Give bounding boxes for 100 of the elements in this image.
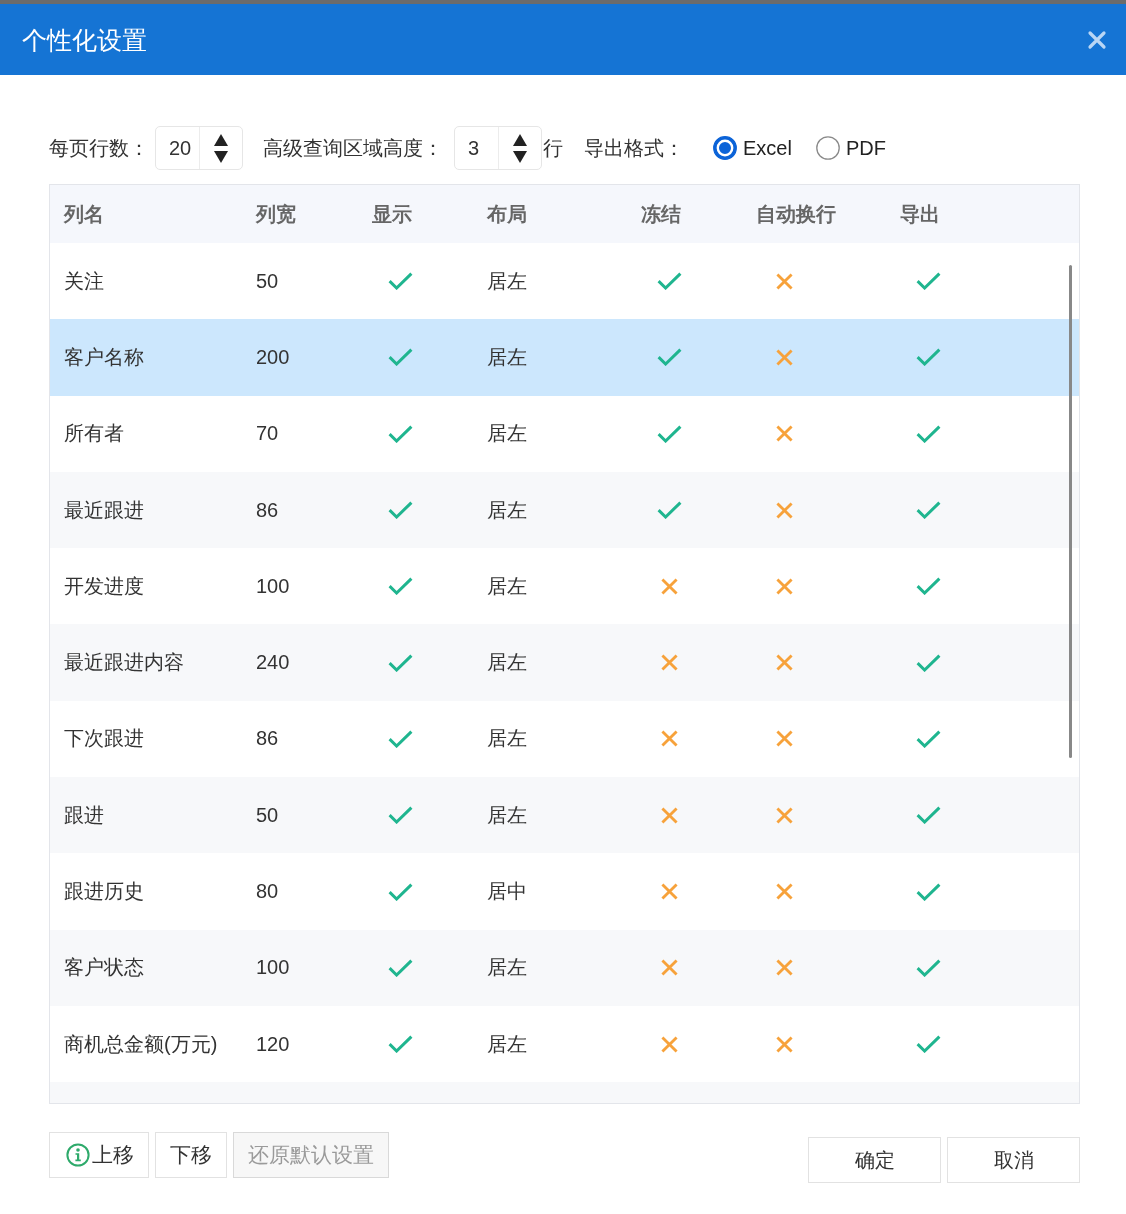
table-cell-text: 居左	[487, 344, 527, 370]
cross-icon[interactable]	[661, 1035, 678, 1053]
move-up-button[interactable]: 上移	[49, 1132, 149, 1178]
check-icon[interactable]	[388, 1035, 413, 1054]
column-header[interactable]: 导出	[900, 200, 940, 228]
check-icon[interactable]	[388, 348, 413, 367]
cross-icon[interactable]	[776, 577, 793, 595]
table-cell: 100	[256, 574, 290, 598]
check-icon[interactable]	[657, 501, 682, 520]
cross-icon[interactable]	[776, 348, 793, 366]
cross-icon[interactable]	[661, 577, 678, 595]
cross-icon[interactable]	[776, 425, 793, 443]
check-icon[interactable]	[388, 806, 413, 825]
check-icon[interactable]	[916, 958, 941, 977]
table-row[interactable]: 跟进 50 居左	[50, 777, 1079, 854]
cross-icon[interactable]	[661, 883, 678, 900]
table-cell: 80	[256, 880, 279, 903]
check-icon[interactable]	[916, 882, 941, 901]
check-icon[interactable]	[916, 729, 941, 748]
check-icon[interactable]	[388, 577, 413, 596]
check-icon[interactable]	[388, 424, 413, 443]
table-cell-text: 居左	[487, 650, 527, 676]
number-field[interactable]: 20	[155, 126, 243, 170]
close-icon	[1087, 29, 1107, 50]
table-cell-text: 跟进	[64, 802, 104, 828]
radio-option[interactable]: Excel	[713, 136, 792, 160]
check-icon[interactable]	[916, 348, 941, 367]
cross-icon[interactable]	[776, 959, 793, 977]
column-header[interactable]: 列名	[64, 200, 104, 228]
table-cell: 200	[256, 345, 290, 369]
close-button[interactable]	[1087, 29, 1107, 50]
cross-icon[interactable]	[776, 272, 793, 290]
check-icon[interactable]	[916, 501, 941, 520]
check-icon[interactable]	[388, 882, 413, 901]
cross-icon[interactable]	[776, 1035, 793, 1053]
cross-icon[interactable]	[776, 806, 793, 824]
check-icon[interactable]	[657, 348, 682, 367]
caret-up-icon[interactable]	[513, 133, 527, 146]
table-cell-text: 居左	[487, 1031, 527, 1057]
table-cell-text: 下次跟进	[64, 726, 144, 752]
table-cell: 70	[256, 422, 279, 446]
table-cell-text: 居左	[487, 726, 527, 752]
unit-label: 行	[543, 136, 563, 161]
field-label: 高级查询区域高度：	[263, 136, 443, 161]
caret-up-icon[interactable]	[214, 133, 228, 146]
radio-icon[interactable]	[815, 136, 840, 160]
number-field[interactable]: 3	[454, 126, 542, 170]
cross-icon[interactable]	[776, 501, 793, 519]
check-icon[interactable]	[388, 958, 413, 977]
cross-icon[interactable]	[776, 654, 793, 672]
check-icon[interactable]	[388, 501, 413, 520]
table-cell-text: 关注	[64, 268, 104, 294]
radio-icon[interactable]	[713, 136, 737, 160]
cross-icon[interactable]	[661, 806, 678, 824]
check-icon[interactable]	[388, 729, 413, 748]
table-cell: 240	[256, 651, 290, 675]
table-cell-text: 居左	[487, 268, 527, 294]
table-cell-text: 居左	[487, 955, 527, 981]
cancel-button[interactable]: 取消	[947, 1137, 1080, 1183]
check-icon[interactable]	[916, 653, 941, 672]
check-icon[interactable]	[657, 424, 682, 443]
cross-icon[interactable]	[661, 959, 678, 977]
cross-icon[interactable]	[661, 730, 678, 748]
check-icon[interactable]	[916, 424, 941, 443]
column-header[interactable]: 冻结	[641, 200, 681, 228]
check-icon[interactable]	[916, 577, 941, 596]
table-cell-text: 居左	[487, 802, 527, 828]
table-cell-text: 客户名称	[64, 344, 144, 370]
column-header[interactable]: 列宽	[256, 200, 296, 228]
table-row[interactable]: 最近跟进 86 居左	[50, 471, 1079, 549]
check-icon[interactable]	[657, 272, 682, 291]
cross-icon[interactable]	[661, 654, 678, 672]
scrollbar-thumb[interactable]	[1069, 265, 1072, 758]
cross-icon[interactable]	[776, 883, 793, 900]
check-icon[interactable]	[388, 272, 413, 291]
table-row[interactable]: 客户名称 200 居左	[50, 319, 1079, 396]
column-header[interactable]: 布局	[487, 200, 527, 228]
check-icon[interactable]	[916, 806, 941, 825]
table-cell-text: 居中	[487, 879, 527, 904]
check-icon[interactable]	[388, 653, 413, 672]
check-icon[interactable]	[916, 272, 941, 291]
caret-down-icon[interactable]	[214, 150, 228, 163]
column-header[interactable]: 自动换行	[756, 200, 836, 228]
table-row[interactable]: 最近跟进内容 240 居左	[50, 624, 1079, 701]
table-cell-text: 开发进度	[64, 573, 144, 599]
column-header[interactable]: 显示	[372, 200, 412, 228]
table-cell-text: 所有者	[64, 421, 124, 447]
table-cell-text: 最近跟进	[64, 497, 144, 523]
check-icon[interactable]	[916, 1035, 941, 1054]
cross-icon[interactable]	[776, 730, 793, 748]
table-cell-text: 居左	[487, 421, 527, 447]
table-row[interactable]: 客户状态 100 居左	[50, 929, 1079, 1006]
dialog-title: 个性化设置	[22, 24, 147, 55]
table-cell-text: 商机总金额(万元)	[64, 1031, 218, 1057]
table-cell-text: 最近跟进内容	[64, 650, 184, 676]
confirm-button[interactable]: 确定	[808, 1137, 941, 1183]
table-cell-text: 居左	[487, 497, 527, 523]
caret-down-icon[interactable]	[513, 150, 527, 163]
move-down-button[interactable]: 下移	[155, 1132, 227, 1178]
radio-option[interactable]: PDF	[815, 136, 886, 160]
